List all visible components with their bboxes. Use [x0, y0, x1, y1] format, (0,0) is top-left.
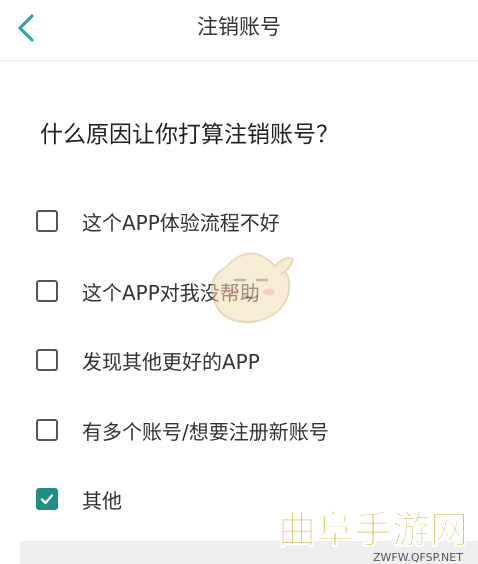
checkbox-unchecked[interactable]	[36, 419, 58, 441]
reason-option-multiple-accounts[interactable]: 有多个账号/想要注册新账号	[36, 413, 329, 447]
checkbox-unchecked[interactable]	[36, 280, 58, 302]
app-screen: 注销账号 什么原因让你打算注销账号？ 这个APP体验流程不好 这个APP对我没帮…	[0, 0, 478, 564]
reason-option-bad-experience[interactable]: 这个APP体验流程不好	[36, 204, 280, 238]
checkbox-unchecked[interactable]	[36, 349, 58, 371]
option-label: 有多个账号/想要注册新账号	[82, 419, 329, 444]
option-label: 发现其他更好的APP	[82, 349, 260, 374]
reason-option-other[interactable]: 其他	[36, 482, 122, 516]
option-label: 这个APP对我没帮助	[82, 280, 260, 305]
nav-header: 注销账号	[0, 0, 478, 61]
checkmark-icon	[40, 494, 54, 505]
option-label: 其他	[82, 488, 122, 513]
reason-option-not-helpful[interactable]: 这个APP对我没帮助	[36, 274, 260, 308]
question-heading: 什么原因让你打算注销账号？	[40, 122, 339, 148]
bottom-button-area[interactable]	[20, 541, 478, 564]
checkbox-checked[interactable]	[36, 488, 58, 510]
page-title: 注销账号	[197, 15, 281, 39]
checkbox-unchecked[interactable]	[36, 210, 58, 232]
option-label: 这个APP体验流程不好	[82, 210, 280, 235]
reason-option-better-app[interactable]: 发现其他更好的APP	[36, 343, 260, 377]
